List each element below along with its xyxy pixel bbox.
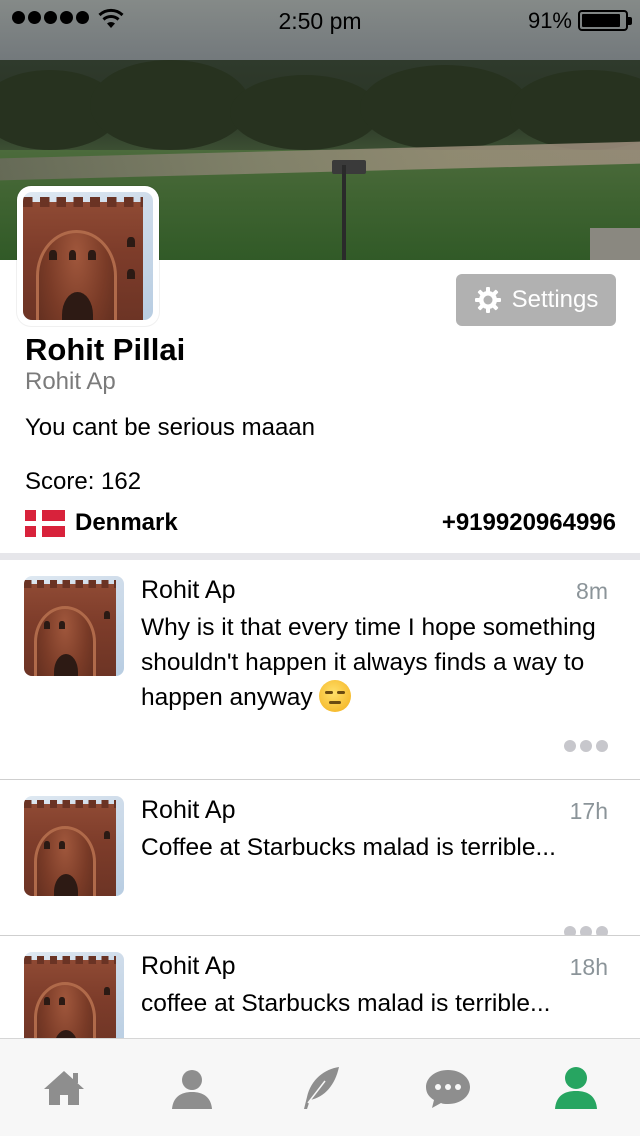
tab-messages[interactable]	[384, 1039, 512, 1136]
denmark-flag-icon	[25, 509, 65, 537]
tab-home[interactable]	[0, 1039, 128, 1136]
profile-bio: You cant be serious maaan	[25, 414, 315, 441]
post-text: Coffee at Starbucks malad is terrible...	[141, 834, 556, 861]
post-author[interactable]: Rohit Ap	[141, 796, 236, 825]
post-text: Why is it that every time I hope somethi…	[141, 614, 596, 712]
more-options-icon[interactable]	[564, 740, 608, 752]
cover-bench	[590, 228, 640, 260]
section-divider	[0, 553, 640, 560]
home-icon	[44, 1070, 84, 1105]
chat-bubble-icon	[426, 1069, 470, 1108]
post-item[interactable]: Rohit Ap 17h Coffee at Starbucks malad i…	[0, 780, 640, 938]
post-avatar[interactable]	[24, 796, 124, 896]
tab-compose[interactable]	[256, 1039, 384, 1136]
gear-icon	[474, 287, 501, 313]
tab-people[interactable]	[128, 1039, 256, 1136]
profile-name: Rohit Pillai	[25, 332, 186, 367]
post-timestamp: 8m	[576, 578, 608, 604]
profile-score: Score: 162	[25, 468, 142, 495]
post-timestamp: 18h	[569, 954, 608, 980]
profile-avatar-image	[23, 192, 153, 320]
cover-trees	[0, 60, 640, 150]
feather-icon	[304, 1066, 339, 1109]
battery-percent: 91%	[527, 8, 572, 33]
cover-lamp	[332, 160, 366, 174]
tab-bar	[0, 1038, 640, 1136]
cover-lamp-pole	[342, 165, 346, 260]
post-item[interactable]: Rohit Ap 8m Why is it that every time I …	[0, 560, 640, 779]
profile-country: Denmark	[25, 509, 178, 537]
post-timestamp: 17h	[569, 798, 608, 824]
tab-profile[interactable]	[512, 1039, 640, 1136]
person-icon	[172, 1069, 212, 1109]
unamused-face-icon	[319, 679, 352, 712]
profile-icon	[555, 1066, 597, 1109]
post-item[interactable]: Rohit Ap 18h coffee at Starbucks malad i…	[0, 936, 640, 1038]
settings-button-label: Settings	[511, 286, 599, 313]
country-name: Denmark	[75, 509, 178, 536]
post-author[interactable]: Rohit Ap	[141, 952, 236, 981]
profile-phone[interactable]: +919920964996	[442, 509, 616, 537]
profile-username: Rohit Ap	[25, 368, 116, 395]
post-avatar[interactable]	[24, 952, 124, 1038]
post-text: coffee at Starbucks malad is terrible...	[141, 990, 551, 1017]
status-bar: 2:50 pm 91%	[0, 0, 640, 40]
post-author[interactable]: Rohit Ap	[141, 576, 236, 605]
battery-icon	[578, 10, 632, 31]
profile-avatar[interactable]	[17, 186, 159, 326]
post-avatar[interactable]	[24, 576, 124, 676]
settings-button[interactable]: Settings	[456, 274, 616, 326]
